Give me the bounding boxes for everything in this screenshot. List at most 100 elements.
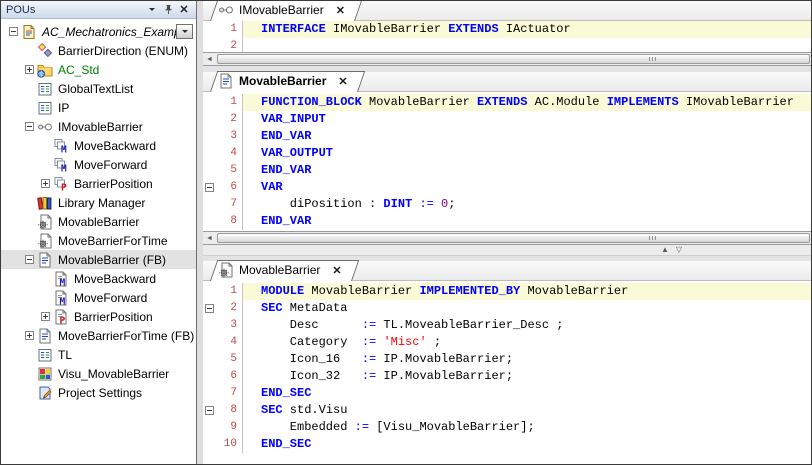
horizontal-scrollbar[interactable]: ◄ — [203, 231, 811, 245]
line-number: 4 — [216, 334, 243, 351]
tree-item[interactable]: MovableBarrier — [1, 212, 196, 231]
tree-item[interactable]: PBarrierPosition — [1, 174, 196, 193]
tree-item[interactable]: MovableBarrier (FB) — [1, 250, 196, 269]
close-icon[interactable]: ✕ — [176, 3, 192, 17]
fold-gutter — [203, 351, 216, 368]
pou-icon — [37, 328, 54, 344]
code-text: diPosition : DINT := 0; — [243, 196, 811, 213]
code-line: 10END_SEC — [203, 436, 811, 453]
fold-gutter — [203, 213, 216, 230]
editor-tab[interactable]: IMovableBarrier ✕ — [210, 0, 355, 20]
code-area[interactable]: 1MODULE MovableBarrier IMPLEMENTED_BY Mo… — [203, 281, 811, 464]
tab-close-icon[interactable]: ✕ — [336, 4, 345, 17]
expand-toggle[interactable] — [9, 27, 18, 36]
line-number: 6 — [216, 179, 243, 196]
code-line: 3 Desc := TL.MoveableBarrier_Desc ; — [203, 317, 811, 334]
tree-item[interactable]: BarrierDirection (ENUM) — [1, 41, 196, 60]
editor-pane-function-block: MovableBarrier ✕ 1FUNCTION_BLOCK Movable… — [203, 72, 811, 256]
code-line: 7END_SEC — [203, 385, 811, 402]
expand-toggle[interactable] — [25, 255, 34, 264]
editor-pane-module: MovableBarrier ✕ 1MODULE MovableBarrier … — [203, 261, 811, 464]
tab-close-icon[interactable]: ✕ — [332, 264, 341, 277]
fold-gutter — [203, 111, 216, 128]
root-dropdown-button[interactable] — [176, 24, 193, 39]
tab-close-icon[interactable]: ✕ — [338, 75, 347, 88]
tree-item-label: MoveBackward — [74, 139, 160, 153]
splitter-collapse-down-icon[interactable]: ▽ — [676, 245, 682, 255]
scrollbar-thumb[interactable] — [217, 233, 810, 243]
pin-icon[interactable] — [160, 3, 176, 17]
line-number: 1 — [216, 21, 243, 38]
itf-method-icon: M — [53, 138, 70, 154]
tree-item[interactable]: Visu_MovableBarrier — [1, 364, 196, 383]
tree-item[interactable]: M MoveBackward — [1, 136, 196, 155]
tree-item[interactable]: AC_Std — [1, 60, 196, 79]
tree-item-label: MovableBarrier — [58, 215, 143, 229]
horizontal-scrollbar[interactable]: ◄ — [203, 52, 811, 66]
line-number: 2 — [216, 300, 243, 317]
tab-label: IMovableBarrier — [239, 3, 324, 17]
tree-item-label: MoveForward — [74, 158, 151, 172]
panel-header: POUs ✕ — [1, 1, 196, 19]
code-line: 4 Category := 'Misc' ; — [203, 334, 811, 351]
panel-title: POUs — [6, 4, 144, 16]
tab-strip: IMovableBarrier ✕ — [203, 1, 811, 21]
code-area[interactable]: 1INTERFACE IMovableBarrier EXTENDS IActu… — [203, 21, 811, 52]
line-number: 7 — [216, 196, 243, 213]
tree-item-label: BarrierPosition — [74, 310, 157, 324]
tree-item[interactable]: MoveBarrierForTime — [1, 231, 196, 250]
pou-tree[interactable]: AC_Mechatronics_ExampleBarrierDirection … — [1, 19, 196, 464]
tree-item[interactable]: MMoveForward — [1, 288, 196, 307]
code-line: 5END_VAR — [203, 162, 811, 179]
editor-tab[interactable]: MovableBarrier ✕ — [210, 260, 352, 280]
code-area[interactable]: 1FUNCTION_BLOCK MovableBarrier EXTENDS A… — [203, 92, 811, 231]
tree-item[interactable]: IMovableBarrier — [1, 117, 196, 136]
svg-text:M: M — [61, 163, 67, 173]
tree-item[interactable]: Project Settings — [1, 383, 196, 402]
tree-item-label: MoveBarrierForTime (FB) — [58, 329, 196, 343]
code-line: 8SEC std.Visu — [203, 402, 811, 419]
code-line: 4VAR_OUTPUT — [203, 145, 811, 162]
tree-item[interactable]: PBarrierPosition — [1, 307, 196, 326]
textlist-icon — [37, 100, 54, 116]
line-number: 2 — [216, 38, 243, 52]
line-number: 8 — [216, 402, 243, 419]
scrollbar-thumb[interactable] — [217, 54, 810, 64]
fold-toggle[interactable] — [203, 300, 216, 317]
code-text: VAR_INPUT — [243, 111, 811, 128]
tree-item[interactable]: MoveBarrierForTime (FB) — [1, 326, 196, 345]
tree-item[interactable]: GlobalTextList — [1, 79, 196, 98]
scroll-left-icon[interactable]: ◄ — [203, 53, 216, 65]
code-text: END_VAR — [243, 162, 811, 179]
expand-toggle[interactable] — [41, 312, 50, 321]
tree-item[interactable]: AC_Mechatronics_Example — [1, 22, 196, 41]
scroll-left-icon[interactable]: ◄ — [203, 232, 216, 244]
tree-item[interactable]: M MoveForward — [1, 155, 196, 174]
expand-toggle[interactable] — [41, 179, 50, 188]
tree-item[interactable]: IP — [1, 98, 196, 117]
fold-gutter — [203, 419, 216, 436]
fold-toggle[interactable] — [203, 402, 216, 419]
window-menu-icon[interactable] — [144, 3, 160, 17]
expand-toggle[interactable] — [25, 65, 34, 74]
code-text: SEC std.Visu — [243, 402, 811, 419]
expand-toggle[interactable] — [25, 122, 34, 131]
pou-icon — [218, 73, 234, 89]
scrollbar-grip-icon — [649, 236, 657, 240]
splitter-bar[interactable]: ▲ ▽ — [203, 245, 811, 256]
code-line: 3END_VAR — [203, 128, 811, 145]
tree-item[interactable]: TL — [1, 345, 196, 364]
expand-toggle[interactable] — [25, 331, 34, 340]
line-number: 3 — [216, 128, 243, 145]
fold-toggle[interactable] — [203, 179, 216, 196]
tree-item[interactable]: MMoveBackward — [1, 269, 196, 288]
code-line: 7 diPosition : DINT := 0; — [203, 196, 811, 213]
textlist-icon — [37, 81, 54, 97]
textlist-icon — [37, 347, 54, 363]
editor-tab[interactable]: MovableBarrier ✕ — [210, 71, 358, 91]
tree-item-label: MovableBarrier (FB) — [58, 253, 170, 267]
tab-strip: MovableBarrier ✕ — [203, 72, 811, 92]
tab-strip: MovableBarrier ✕ — [203, 261, 811, 281]
tree-item[interactable]: Library Manager — [1, 193, 196, 212]
splitter-collapse-up-icon[interactable]: ▲ — [661, 245, 669, 255]
